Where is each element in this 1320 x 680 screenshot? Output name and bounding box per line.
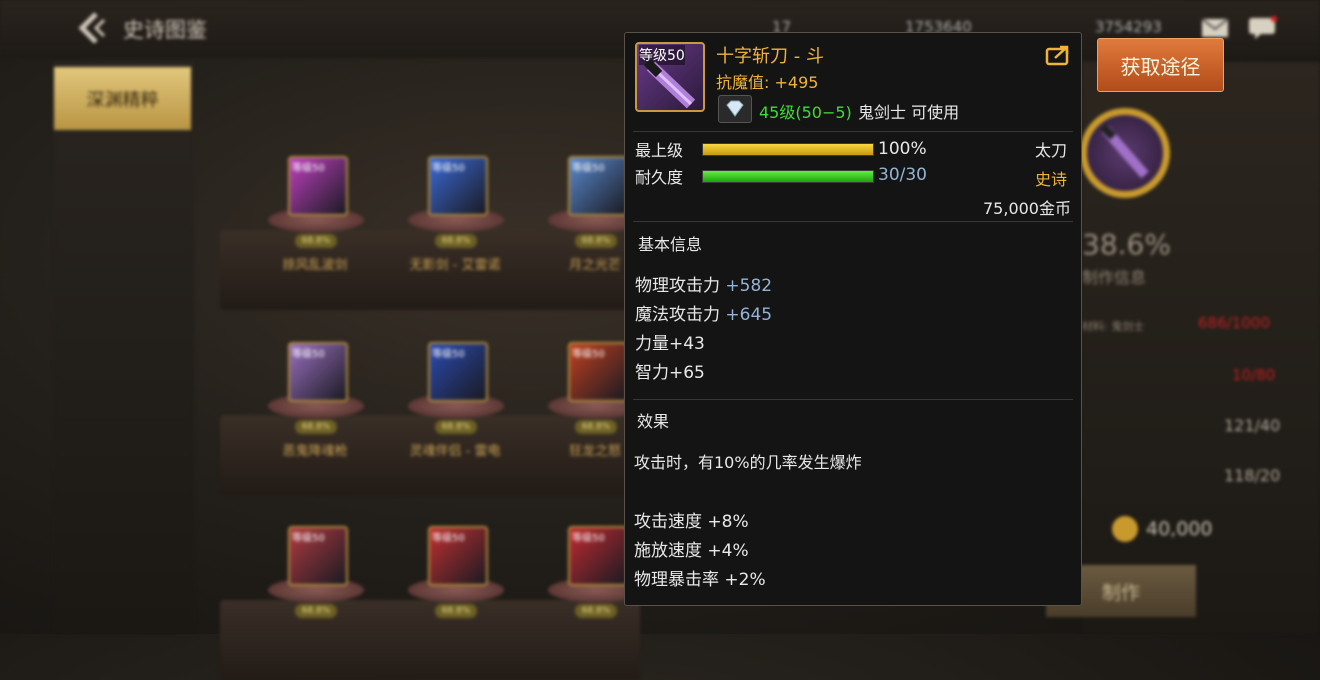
- item-level: 等级50: [432, 163, 465, 174]
- craft-item-ring: [1080, 108, 1170, 198]
- item-progress-badge: 68.8%: [575, 604, 617, 618]
- item-progress-badge: 68.8%: [435, 234, 477, 248]
- epic-item-grid: 等级50 68.8% 掠风乱波剑 等级50 68.8% 无影剑 - 艾雷诺 等级50 68.8…: [200, 60, 644, 680]
- rarity-label: 史诗: [1035, 170, 1068, 189]
- craft-percent: 38.6%: [1082, 228, 1171, 261]
- epic-item-card[interactable]: 等级50 68.8% 掠风乱波剑: [250, 156, 380, 296]
- material-count-1: 686/1000: [1198, 314, 1270, 332]
- epic-item-card[interactable]: 等级50 68.8% 无影剑 - 艾雷诺: [390, 156, 520, 296]
- grade-bar-fill: [703, 144, 873, 155]
- epic-item-card[interactable]: 等级50 68.8% 恶鬼降魂枪: [250, 342, 380, 482]
- item-level: 等级50: [572, 533, 605, 544]
- item-progress-badge: 68.8%: [295, 604, 337, 618]
- item-progress-badge: 68.8%: [435, 604, 477, 618]
- material-count-3: 121/40: [1224, 416, 1281, 435]
- anti-magic-value: 抗魔值: +495: [716, 73, 819, 92]
- item-tooltip: 等级50 十字斩刀 - 斗 抗魔值: +495 45级(50−5) 鬼剑士 可使…: [624, 32, 1082, 606]
- basic-info-heading: 基本信息: [638, 235, 703, 254]
- chat-icon[interactable]: [1247, 16, 1277, 40]
- material-label: 材料: 鬼剑士: [1082, 320, 1145, 333]
- divider: [633, 221, 1073, 222]
- material-count-4: 118/20: [1224, 466, 1281, 485]
- weapon-type: 太刀: [1035, 141, 1068, 160]
- item-icon: 等级50: [568, 526, 628, 586]
- item-name: 灵魂伴侣 - 雷电: [409, 444, 501, 459]
- divider: [633, 131, 1073, 132]
- item-progress-badge: 68.8%: [575, 420, 617, 434]
- durability-label: 耐久度: [635, 168, 684, 187]
- epic-item-card[interactable]: 等级50 68.8%: [250, 526, 380, 666]
- effect-description: 攻击时，有10%的几率发生爆炸: [634, 453, 862, 472]
- durability-bar: [702, 170, 874, 183]
- item-level: 等级50: [432, 349, 465, 360]
- item-progress-badge: 68.8%: [435, 420, 477, 434]
- bonus-cast-speed: 施放速度 +4%: [634, 541, 749, 561]
- item-progress-badge: 68.8%: [295, 234, 337, 248]
- sell-price: 75,000金币: [983, 199, 1071, 218]
- stat-strength: 力量+43: [635, 334, 705, 354]
- required-class: 鬼剑士 可使用: [858, 103, 960, 122]
- back-arrow-icon[interactable]: [74, 10, 114, 46]
- item-name: 恶鬼降魂枪: [282, 444, 348, 459]
- item-icon: 等级50: [288, 342, 348, 402]
- stat-magic-attack: 魔法攻击力 +645: [635, 305, 773, 325]
- bonus-physical-crit: 物理暴击率 +2%: [634, 570, 766, 590]
- item-progress-badge: 68.8%: [575, 234, 617, 248]
- item-icon-frame: 等级50: [635, 42, 705, 112]
- divider: [633, 399, 1073, 400]
- category-sidebar: [54, 62, 194, 634]
- material-count-2: 10/80: [1232, 366, 1276, 384]
- tab-abyss-essence[interactable]: 深渊精粹: [54, 67, 191, 130]
- item-icon: 等级50: [428, 526, 488, 586]
- item-icon: 等级50: [428, 342, 488, 402]
- item-level: 等级50: [432, 533, 465, 544]
- item-icon: 等级50: [288, 526, 348, 586]
- craft-info-label: 制作信息: [1082, 268, 1147, 287]
- item-icon: 等级50: [428, 156, 488, 216]
- item-level: 等级50: [572, 349, 605, 360]
- item-level: 等级50: [292, 163, 325, 174]
- item-level: 等级50: [292, 533, 325, 544]
- craft-cost: 40,000: [1146, 518, 1213, 540]
- item-icon: 等级50: [568, 156, 628, 216]
- grade-value: 100%: [878, 139, 927, 159]
- stat-intelligence: 智力+65: [635, 363, 705, 383]
- bonus-attack-speed: 攻击速度 +8%: [634, 512, 749, 532]
- effect-heading: 效果: [637, 412, 670, 431]
- item-name: 十字斩刀 - 斗: [716, 46, 824, 67]
- required-level: 45级(50−5): [759, 103, 852, 122]
- item-name: 掠风乱波剑: [282, 258, 348, 273]
- item-level: 等级50: [572, 163, 605, 174]
- sword-icon: [1100, 124, 1149, 179]
- page-title: 史诗图鉴: [123, 18, 207, 42]
- epic-item-card[interactable]: 等级50 68.8%: [390, 526, 520, 666]
- stat-physical-attack: 物理攻击力 +582: [635, 276, 773, 296]
- item-icon: 等级50: [288, 156, 348, 216]
- share-icon[interactable]: [1045, 44, 1071, 66]
- gold-coin-icon: [1112, 516, 1138, 542]
- epic-item-card[interactable]: 等级50 68.8% 灵魂伴侣 - 雷电: [390, 342, 520, 482]
- diamond-icon: [718, 95, 752, 123]
- durability-bar-fill: [703, 171, 873, 182]
- grade-label: 最上级: [635, 141, 684, 160]
- sword-icon: [643, 58, 696, 109]
- item-progress-badge: 68.8%: [295, 420, 337, 434]
- item-level: 等级50: [292, 349, 325, 360]
- resource-count-3: 3754293: [1095, 18, 1162, 36]
- obtain-method-button[interactable]: 获取途径: [1097, 38, 1224, 92]
- grade-bar: [702, 143, 874, 156]
- durability-value: 30/30: [878, 165, 927, 185]
- item-name: 无影剑 - 艾雷诺: [409, 258, 501, 273]
- mail-icon[interactable]: [1200, 16, 1230, 40]
- item-icon: 等级50: [568, 342, 628, 402]
